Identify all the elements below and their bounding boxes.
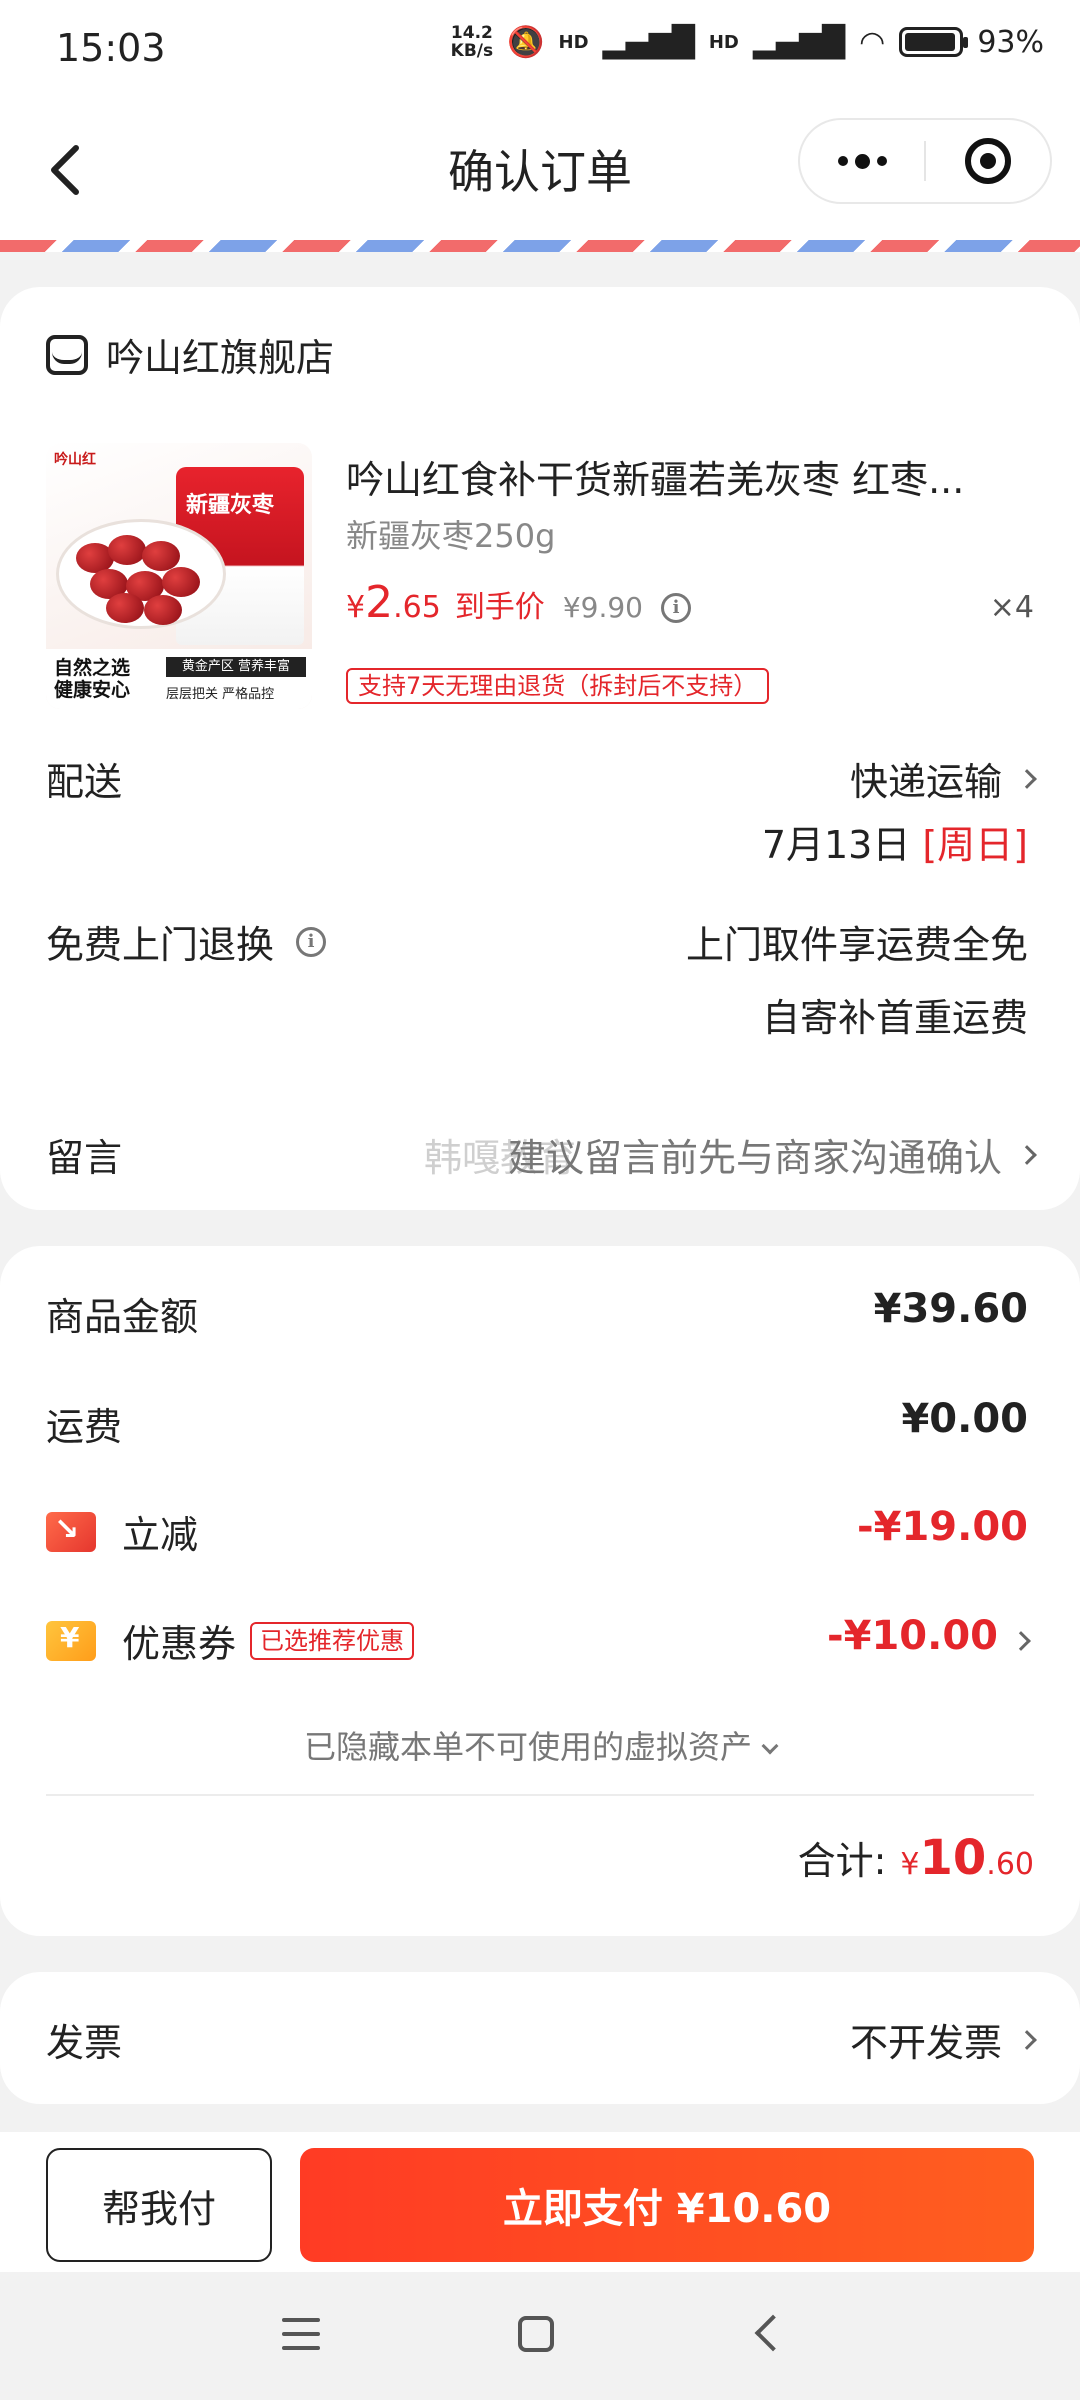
pay-now-button[interactable]: 立即支付 ¥10.60 — [300, 2148, 1034, 2262]
airmail-stripe — [0, 240, 1080, 252]
miniapp-capsule — [798, 118, 1052, 204]
message-input[interactable]: 建议留言前先与商家沟通确认 — [508, 1127, 1037, 1182]
discount-value: -¥19.00 — [857, 1504, 1028, 1550]
free-return-info-icon[interactable]: i — [296, 926, 327, 957]
chevron-down-icon — [761, 1737, 779, 1755]
delivery-label: 配送 — [46, 760, 123, 804]
help-pay-button[interactable]: 帮我付 — [46, 2148, 272, 2262]
discount-icon — [46, 1511, 96, 1552]
price-row: ¥ 2 .65 到手价 ¥9.90 i — [346, 577, 691, 628]
goods-amount-value: ¥39.60 — [873, 1286, 1028, 1332]
shop-row[interactable]: 吟山红旗舰店 — [46, 327, 334, 382]
free-return-line2: 自寄补首重运费 — [761, 996, 1028, 1040]
more-icon[interactable] — [800, 120, 924, 202]
signal-icon: HD — [558, 31, 589, 53]
status-time: 15:03 — [56, 26, 166, 70]
chevron-right-icon[interactable] — [1011, 1631, 1031, 1651]
nav-bar: 确认订单 — [0, 100, 1080, 240]
wifi-icon: ◠ — [859, 24, 886, 60]
order-card: 吟山红旗舰店 吟山红 新疆灰枣 自然之选 健康安心 黄金产区 营养丰富 层层把关 … — [0, 287, 1080, 1210]
free-return-line1: 上门取件享运费全免 — [685, 923, 1028, 967]
battery-percent: 93% — [977, 24, 1044, 60]
price-info-icon[interactable]: i — [660, 592, 691, 623]
delivery-method[interactable]: 快递运输 — [850, 751, 1037, 806]
free-return-label: 免费上门退换 i — [46, 914, 327, 969]
shipping-value: ¥0.00 — [901, 1396, 1028, 1442]
delivery-date: 7月13日 [周日] — [761, 823, 1028, 867]
network-speed: 14.2 KB/s — [450, 23, 494, 61]
home-icon[interactable] — [518, 2316, 554, 2352]
shop-name: 吟山红旗舰店 — [106, 336, 335, 380]
system-nav-bar — [0, 2272, 1080, 2400]
invoice-value[interactable]: 不开发票 — [850, 2012, 1037, 2067]
discount-row: 立减 — [46, 1504, 198, 1559]
return-policy-tag: 支持7天无理由退货（拆封后不支持） — [346, 668, 770, 704]
price-symbol: ¥ — [346, 590, 366, 625]
battery-icon — [899, 27, 969, 57]
product-title[interactable]: 吟山红食补干货新疆若羌灰枣 红枣... — [346, 449, 1006, 504]
price-summary-card: 商品金额 ¥39.60 运费 ¥0.00 立减 -¥19.00 优惠券 已选推荐… — [0, 1246, 1080, 1936]
price-decimal: .65 — [393, 590, 441, 625]
recent-apps-icon[interactable] — [282, 2318, 320, 2352]
product-spec[interactable]: 新疆灰枣250g — [346, 511, 555, 557]
product-image[interactable]: 吟山红 新疆灰枣 自然之选 健康安心 黄金产区 营养丰富 层层把关 严格品控 — [46, 443, 312, 709]
total-row: 合计: ¥ 10 .60 — [798, 1830, 1034, 1886]
close-miniapp-icon[interactable] — [926, 120, 1050, 202]
shop-icon — [46, 334, 88, 375]
chevron-right-icon — [1017, 768, 1037, 789]
coupon-value[interactable]: -¥10.00 — [827, 1613, 998, 1659]
coupon-tag: 已选推荐优惠 — [250, 1621, 415, 1660]
signal-icon-2: HD — [708, 31, 739, 53]
total-integer: 10 — [919, 1830, 987, 1886]
chevron-right-icon — [1017, 2029, 1037, 2050]
status-bar: 15:03 14.2 KB/s 🔕 HD ▂▄▆█ HD ▂▄▆█ ◠ 93% — [0, 0, 1080, 100]
mute-icon: 🔕 — [507, 24, 545, 60]
chevron-right-icon — [1017, 1144, 1037, 1165]
invoice-label: 发票 — [46, 2021, 123, 2065]
message-label: 留言 — [46, 1136, 123, 1180]
goods-amount-label: 商品金额 — [46, 1295, 199, 1339]
signal-bars-icon-2: ▂▄▆█ — [752, 24, 846, 60]
shipping-label: 运费 — [46, 1405, 123, 1449]
invoice-card[interactable]: 发票 不开发票 — [0, 1972, 1080, 2104]
total-decimal: .60 — [986, 1847, 1034, 1882]
price-label: 到手价 — [454, 590, 545, 625]
signal-bars-icon: ▂▄▆█ — [602, 24, 695, 60]
status-icons: 14.2 KB/s 🔕 HD ▂▄▆█ HD ▂▄▆█ ◠ 93% — [451, 24, 1044, 60]
coupon-icon — [46, 1620, 96, 1661]
total-symbol: ¥ — [900, 1847, 920, 1882]
quantity[interactable]: ×4 — [990, 590, 1034, 625]
divider — [46, 1794, 1034, 1796]
coupon-row[interactable]: 优惠券 已选推荐优惠 — [46, 1613, 415, 1668]
price-integer: 2 — [365, 577, 394, 628]
total-label: 合计: — [797, 1839, 887, 1883]
hidden-assets-toggle[interactable]: 已隐藏本单不可使用的虚拟资产 — [0, 1722, 1080, 1768]
bottom-action-bar: 帮我付 立即支付 ¥10.60 — [0, 2132, 1080, 2272]
original-price: ¥9.90 — [562, 591, 643, 624]
system-back-icon[interactable] — [754, 2314, 792, 2352]
